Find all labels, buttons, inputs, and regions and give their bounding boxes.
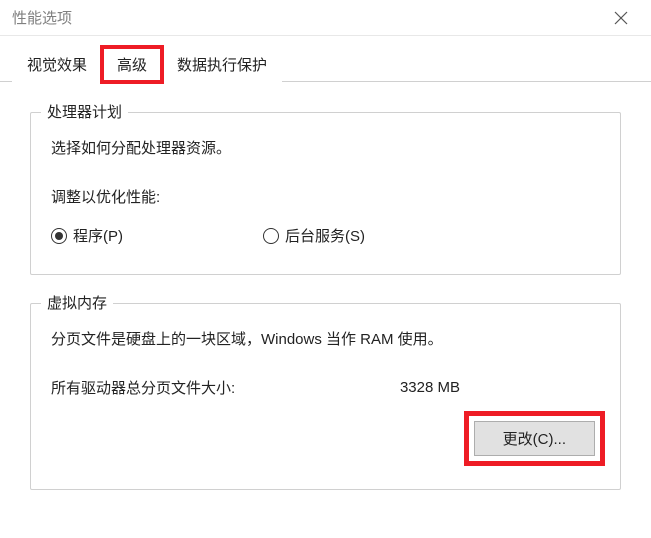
processor-radio-row: 程序(P) 后台服务(S) <box>51 225 600 246</box>
processor-adjust-label: 调整以优化性能: <box>51 186 600 207</box>
change-button-highlight: 更改(C)... <box>469 416 600 461</box>
vm-total-row: 所有驱动器总分页文件大小: 3328 MB <box>51 377 600 398</box>
window-title: 性能选项 <box>10 7 72 28</box>
vm-description: 分页文件是硬盘上的一块区域，Windows 当作 RAM 使用。 <box>51 328 600 349</box>
radio-background-label: 后台服务(S) <box>285 225 365 246</box>
titlebar: 性能选项 <box>0 0 651 36</box>
processor-description: 选择如何分配处理器资源。 <box>51 137 600 158</box>
vm-group-title: 虚拟内存 <box>41 292 113 313</box>
radio-icon <box>51 228 67 244</box>
radio-programs[interactable]: 程序(P) <box>51 225 123 246</box>
radio-icon <box>263 228 279 244</box>
content-panel: 处理器计划 选择如何分配处理器资源。 调整以优化性能: 程序(P) 后台服务(S… <box>0 82 651 538</box>
virtual-memory-group: 虚拟内存 分页文件是硬盘上的一块区域，Windows 当作 RAM 使用。 所有… <box>30 303 621 490</box>
tab-visual-effects[interactable]: 视觉效果 <box>12 47 102 82</box>
close-icon <box>614 11 628 25</box>
tab-dep[interactable]: 数据执行保护 <box>162 47 282 82</box>
processor-scheduling-group: 处理器计划 选择如何分配处理器资源。 调整以优化性能: 程序(P) 后台服务(S… <box>30 112 621 275</box>
processor-group-title: 处理器计划 <box>41 101 128 122</box>
close-button[interactable] <box>601 3 641 33</box>
tab-bar: 视觉效果 高级 数据执行保护 <box>0 46 651 82</box>
vm-button-row: 更改(C)... <box>51 416 600 461</box>
vm-total-value: 3328 MB <box>400 379 600 396</box>
change-button[interactable]: 更改(C)... <box>474 421 595 456</box>
tab-advanced[interactable]: 高级 <box>102 47 162 82</box>
radio-background-services[interactable]: 后台服务(S) <box>263 225 365 246</box>
vm-total-label: 所有驱动器总分页文件大小: <box>51 377 235 398</box>
radio-programs-label: 程序(P) <box>73 225 123 246</box>
